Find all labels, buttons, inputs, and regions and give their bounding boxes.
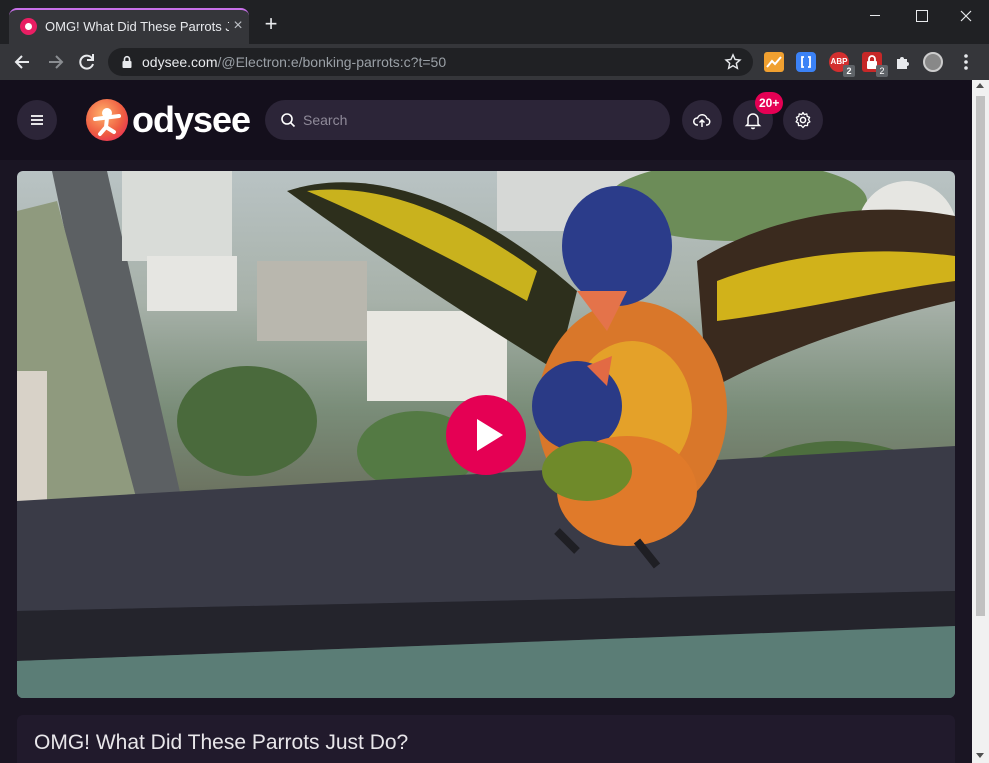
maximize-button[interactable] [898,0,944,32]
extensions-puzzle-icon [897,57,909,69]
search-icon [281,113,296,128]
page-content: odysee 20+ [0,80,972,763]
video-title-card: OMG! What Did These Parrots Just Do? [17,715,955,763]
chart-line-icon [766,56,782,68]
reload-icon [79,54,94,70]
browser-titlebar: OMG! What Did These Parrots Ju × + [0,0,989,44]
scroll-down-arrow-icon[interactable] [976,753,984,758]
bookmark-star-icon[interactable] [724,53,742,71]
url-host: odysee.com [142,54,218,70]
odysee-logo[interactable]: odysee [86,97,251,143]
tab-title: OMG! What Did These Parrots Ju [45,19,229,34]
close-window-button[interactable] [943,0,989,32]
scrollbar-thumb[interactable] [976,96,985,616]
minimize-button[interactable] [852,0,898,32]
browser-toolbar: odysee.com/@Electron:e/bonking-parrots:c… [0,44,989,80]
brand-name: odysee [132,99,251,140]
settings-button[interactable] [783,100,823,140]
cloud-upload-icon [693,114,711,127]
scroll-up-arrow-icon[interactable] [976,83,984,88]
spaceman-icon [93,108,121,136]
odysee-logo-mark [86,99,128,141]
browser-menu-button[interactable] [958,52,974,72]
site-header: odysee 20+ [0,80,972,160]
chart-extension-icon[interactable] [764,52,784,72]
lock-icon [122,55,132,68]
notification-count-badge: 20+ [755,92,784,114]
search-input[interactable] [303,100,653,140]
reload-button[interactable] [73,48,101,76]
puzzle-icon[interactable] [893,52,913,72]
forward-button[interactable] [41,48,69,76]
hamburger-menu-button[interactable] [17,100,57,140]
back-button[interactable] [9,48,37,76]
adblock-badge: 2 [843,65,855,77]
bracket-icon [801,56,811,68]
url-text: odysee.com/@Electron:e/bonking-parrots:c… [142,54,702,72]
gear-icon [795,111,811,129]
tab-close-icon[interactable]: × [230,17,246,35]
lock-extension-badge: 2 [876,65,888,77]
bracket-extension-icon[interactable] [796,52,816,72]
video-player[interactable] [17,171,955,698]
kebab-menu-icon [964,54,968,70]
close-icon [960,10,972,22]
arrow-right-icon [49,55,64,69]
address-bar[interactable]: odysee.com/@Electron:e/bonking-parrots:c… [108,48,753,76]
url-path: /@Electron:e/bonking-parrots:c?t=50 [217,54,447,70]
bell-icon [744,113,762,130]
page-scrollbar[interactable] [972,80,989,763]
video-title: OMG! What Did These Parrots Just Do? [34,731,409,754]
hamburger-icon [31,115,43,125]
browser-tab-active[interactable]: OMG! What Did These Parrots Ju × [9,8,249,44]
new-tab-button[interactable]: + [259,13,283,37]
lock-extension-icon[interactable]: 2 [862,52,888,77]
odysee-favicon-icon [20,18,37,35]
adblock-plus-icon[interactable]: ABP 2 [829,52,855,77]
upload-button[interactable] [682,100,722,140]
search-bar[interactable] [265,100,670,140]
profile-avatar-icon[interactable] [923,52,943,72]
play-button[interactable] [446,395,526,475]
arrow-left-icon [14,55,29,69]
